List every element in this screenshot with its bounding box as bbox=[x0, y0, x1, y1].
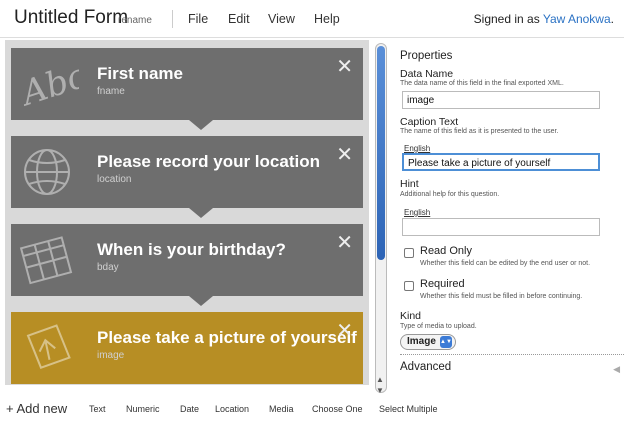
question-title: Please record your location bbox=[97, 152, 320, 171]
scroll-up-icon[interactable]: ▲ bbox=[376, 375, 384, 384]
read-only-hint: Whether this field can be edited by the … bbox=[420, 260, 591, 267]
question-card[interactable]: Abc First name fname ✕ bbox=[11, 48, 363, 120]
svg-text:Abc: Abc bbox=[17, 56, 79, 112]
calendar-icon bbox=[19, 236, 73, 285]
flow-arrow bbox=[189, 120, 213, 130]
select-arrows-icon: ▲▼ bbox=[440, 336, 452, 348]
add-new-label: + Add new bbox=[6, 401, 68, 416]
flow-arrow bbox=[189, 296, 213, 306]
kind-select-value: Image bbox=[407, 336, 436, 347]
question-title: First name bbox=[97, 64, 183, 83]
question-name: bday bbox=[97, 262, 119, 273]
signed-in-status: Signed in as Yaw Anokwa. bbox=[474, 12, 614, 26]
globe-icon bbox=[24, 149, 70, 195]
remove-question-button[interactable]: ✕ bbox=[336, 54, 353, 79]
question-title: Please take a picture of yourself bbox=[97, 328, 357, 347]
question-card-selected[interactable]: Please take a picture of yourself image … bbox=[11, 312, 363, 384]
add-choose-one-button[interactable]: Choose One bbox=[312, 404, 363, 414]
add-media-button[interactable]: Media bbox=[269, 404, 294, 414]
remove-question-button[interactable]: ✕ bbox=[336, 318, 353, 343]
read-only-checkbox[interactable] bbox=[404, 248, 414, 258]
properties-heading: Properties bbox=[400, 50, 453, 62]
required-label: Required bbox=[420, 278, 465, 290]
add-numeric-button[interactable]: Numeric bbox=[126, 404, 160, 414]
kind-select[interactable]: Image ▲▼ bbox=[400, 334, 456, 350]
data-name-hint: The data name of this field in the final… bbox=[400, 80, 564, 87]
question-card[interactable]: Please record your location location ✕ bbox=[11, 136, 363, 208]
caption-hint: The name of this field as it is presente… bbox=[400, 128, 559, 135]
rename-link[interactable]: rename bbox=[118, 15, 152, 26]
add-date-button[interactable]: Date bbox=[180, 404, 199, 414]
menu-file[interactable]: File bbox=[188, 12, 208, 26]
question-title: When is your birthday? bbox=[97, 240, 286, 259]
required-checkbox[interactable] bbox=[404, 281, 414, 291]
kind-label: Kind bbox=[400, 310, 422, 322]
read-only-label: Read Only bbox=[420, 245, 472, 257]
menu-view[interactable]: View bbox=[268, 12, 295, 26]
question-card[interactable]: When is your birthday? bday ✕ bbox=[11, 224, 363, 296]
add-text-button[interactable]: Text bbox=[89, 404, 106, 414]
add-select-multiple-button[interactable]: Select Multiple bbox=[379, 404, 438, 414]
kind-hint: Type of media to upload. bbox=[400, 323, 477, 330]
hint-label: Hint bbox=[400, 178, 419, 190]
required-hint: Whether this field must be filled in bef… bbox=[420, 293, 583, 300]
user-link[interactable]: Yaw Anokwa bbox=[543, 12, 611, 26]
scroll-down-icon[interactable]: ▼ bbox=[376, 386, 384, 395]
hint-language: English bbox=[404, 208, 431, 217]
list-scrollbar[interactable] bbox=[375, 43, 387, 393]
question-name: image bbox=[97, 350, 125, 361]
signed-in-prefix: Signed in as bbox=[473, 12, 540, 26]
question-list: Abc First name fname ✕ Please record you… bbox=[5, 40, 369, 385]
divider bbox=[400, 354, 624, 355]
signed-in-suffix: . bbox=[610, 12, 614, 26]
media-upload-icon bbox=[26, 324, 71, 369]
menu-edit[interactable]: Edit bbox=[228, 12, 250, 26]
advanced-toggle[interactable]: Advanced bbox=[400, 361, 451, 373]
menu-help[interactable]: Help bbox=[314, 12, 340, 26]
add-location-button[interactable]: Location bbox=[215, 404, 249, 414]
remove-question-button[interactable]: ✕ bbox=[336, 142, 353, 167]
expand-triangle-icon[interactable]: ◀ bbox=[613, 364, 620, 375]
top-bar: Untitled Form rename File Edit View Help… bbox=[0, 0, 624, 38]
data-name-input[interactable]: image bbox=[402, 91, 600, 109]
remove-question-button[interactable]: ✕ bbox=[336, 230, 353, 255]
form-title[interactable]: Untitled Form bbox=[14, 7, 128, 29]
bottom-toolbar: + Add new Text Numeric Date Location Med… bbox=[0, 398, 624, 421]
question-name: fname bbox=[97, 86, 125, 97]
title-separator bbox=[172, 10, 173, 28]
hint-input[interactable] bbox=[402, 218, 600, 236]
caption-label: Caption Text bbox=[400, 116, 459, 128]
data-name-label: Data Name bbox=[400, 68, 454, 80]
scrollbar-thumb[interactable] bbox=[377, 46, 385, 260]
abc-text-icon: Abc bbox=[17, 56, 79, 112]
question-name: location bbox=[97, 174, 132, 185]
hint-hint: Additional help for this question. bbox=[400, 191, 500, 198]
caption-language: English bbox=[404, 144, 431, 153]
flow-arrow bbox=[189, 208, 213, 218]
caption-input[interactable]: Please take a picture of yourself bbox=[402, 153, 600, 171]
